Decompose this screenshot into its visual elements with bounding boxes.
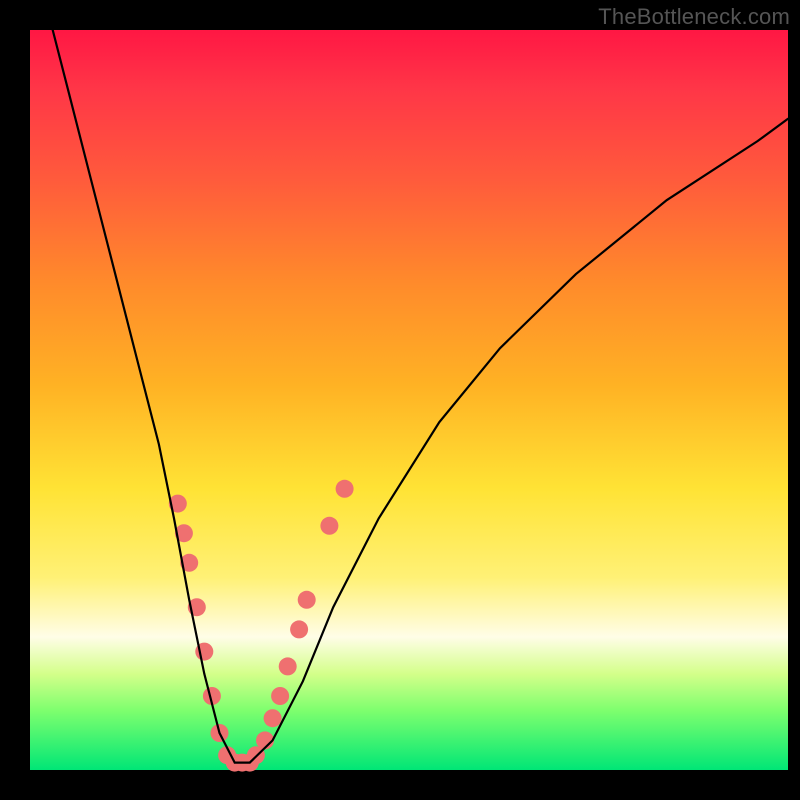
curve-layer (30, 30, 788, 770)
data-marker (264, 709, 282, 727)
watermark-text: TheBottleneck.com (598, 4, 790, 30)
data-marker (298, 591, 316, 609)
data-marker (271, 687, 289, 705)
data-marker (320, 517, 338, 535)
chart-stage: TheBottleneck.com (0, 0, 800, 800)
plot-area (30, 30, 788, 770)
data-marker (279, 657, 297, 675)
data-marker (336, 480, 354, 498)
data-marker (290, 620, 308, 638)
bottleneck-curve (53, 30, 788, 763)
